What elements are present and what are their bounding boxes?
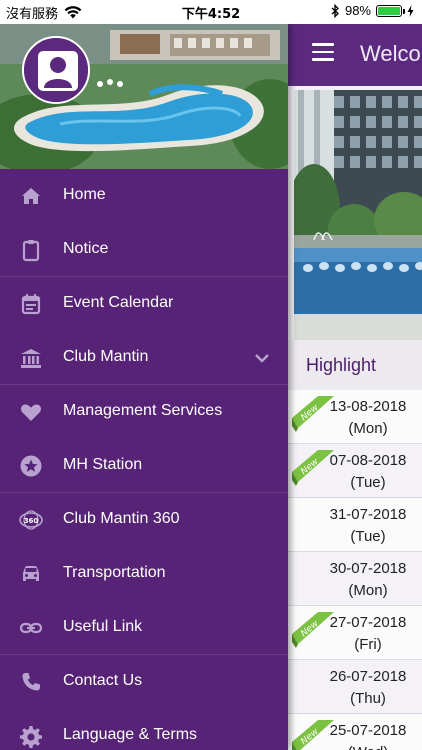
bluetooth-icon bbox=[331, 3, 339, 18]
date-text: 31-07-2018 bbox=[329, 506, 407, 523]
navigation-drawer: Home Notice Event Calendar Club Mantin Manag… bbox=[0, 24, 288, 750]
welcome-title: Welco bbox=[360, 41, 421, 66]
battery-percent: 98% bbox=[344, 3, 371, 18]
menu-item-useful-link[interactable]: Useful Link bbox=[0, 601, 288, 655]
menu-item-label: Event Calendar bbox=[63, 294, 174, 311]
weekday-text: (Fri) bbox=[354, 636, 382, 653]
highlight-date: 31-07-2018 (Tue) bbox=[324, 504, 412, 548]
car-icon bbox=[23, 566, 39, 581]
highlight-row[interactable]: New 27-07-2018 (Fri) bbox=[288, 606, 422, 660]
svg-text:360: 360 bbox=[24, 517, 39, 525]
hamburger-menu-icon[interactable] bbox=[312, 43, 334, 61]
bank-icon bbox=[21, 349, 41, 368]
menu-item-club-mantin[interactable]: Club Mantin bbox=[0, 331, 288, 385]
calendar-icon bbox=[21, 294, 41, 315]
weekday-text: (Thu) bbox=[350, 690, 386, 707]
building-pool-banner[interactable] bbox=[294, 90, 422, 340]
date-text: 25-07-2018 bbox=[329, 722, 407, 739]
highlight-date: 26-07-2018 (Thu) bbox=[324, 666, 412, 710]
date-text: 26-07-2018 bbox=[329, 668, 407, 685]
menu-item-label: Transportation bbox=[63, 564, 166, 581]
status-right: 98% bbox=[331, 3, 414, 18]
clipboard-icon bbox=[22, 240, 40, 262]
weekday-text: (Mon) bbox=[348, 582, 388, 599]
weekday-text: (Mon) bbox=[348, 420, 388, 437]
highlight-row[interactable]: 31-07-2018 (Tue) bbox=[288, 498, 422, 552]
weekday-text: (Tue) bbox=[350, 528, 386, 545]
menu-item-label: Notice bbox=[63, 240, 109, 257]
menu-item-label: Management Services bbox=[63, 402, 223, 419]
banner-image bbox=[294, 90, 422, 340]
status-bar: 沒有服務 下午4:52 98% bbox=[0, 0, 422, 24]
highlight-row[interactable]: 30-07-2018 (Mon) bbox=[288, 552, 422, 606]
phone-icon bbox=[22, 673, 40, 691]
date-text: 13-08-2018 bbox=[329, 398, 407, 415]
menu-item-mh-station[interactable]: MH Station bbox=[0, 439, 288, 493]
menu-item-label: Contact Us bbox=[63, 672, 143, 689]
menu-item-label: Language & Terms bbox=[63, 726, 198, 743]
date-text: 27-07-2018 bbox=[329, 614, 407, 631]
highlight-row[interactable]: New25-07-2018(Wed) bbox=[288, 714, 422, 750]
top-app-bar: Welco bbox=[288, 24, 422, 86]
menu-item-label: Club Mantin 360 bbox=[63, 510, 180, 527]
drawer-header bbox=[0, 24, 288, 169]
link-icon bbox=[19, 622, 43, 634]
highlight-title: Highlight bbox=[306, 355, 377, 375]
menu-item-notice[interactable]: Notice bbox=[0, 223, 288, 277]
highlight-row[interactable]: New 07-08-2018 (Tue) bbox=[288, 444, 422, 498]
main-content: Welco Highlight New 13-08-2018 (Mon) New… bbox=[288, 24, 422, 750]
menu-item-transportation[interactable]: Transportation bbox=[0, 547, 288, 601]
menu-item-label: Club Mantin bbox=[63, 348, 149, 365]
menu-item-label: Useful Link bbox=[63, 618, 143, 635]
highlight-list: New 13-08-2018 (Mon) New 07-08-2018 (Tue) 31-0… bbox=[288, 390, 422, 750]
weekday-text: (Wed) bbox=[324, 742, 412, 750]
star-icon bbox=[20, 455, 42, 477]
menu-item-management-services[interactable]: Management Services bbox=[0, 385, 288, 439]
360-icon: 360 bbox=[19, 510, 43, 530]
battery-fill bbox=[378, 6, 400, 15]
menu-item-home[interactable]: Home bbox=[0, 169, 288, 223]
highlight-row[interactable]: New 13-08-2018 (Mon) bbox=[288, 390, 422, 444]
weekday-text: (Tue) bbox=[350, 474, 386, 491]
date-text: 30-07-2018 bbox=[329, 560, 407, 577]
highlight-date: 07-08-2018 (Tue) bbox=[324, 450, 412, 494]
menu-item-club-mantin-360[interactable]: 360 Club Mantin 360 bbox=[0, 493, 288, 547]
menu-item-contact-us[interactable]: Contact Us bbox=[0, 655, 288, 709]
drawer-menu: Home Notice Event Calendar Club Mantin Manag… bbox=[0, 169, 288, 750]
menu-item-label: Home bbox=[63, 186, 106, 203]
highlight-date: 13-08-2018 (Mon) bbox=[324, 396, 412, 440]
battery-icon bbox=[376, 4, 405, 17]
menu-item-language-terms[interactable]: Language & Terms bbox=[0, 709, 288, 750]
highlight-row[interactable]: 26-07-2018 (Thu) bbox=[288, 660, 422, 714]
chevron-down-icon[interactable] bbox=[254, 350, 270, 366]
heart-icon bbox=[21, 404, 41, 421]
user-avatar[interactable] bbox=[22, 36, 90, 104]
charging-bolt-icon bbox=[407, 4, 414, 17]
menu-item-label: MH Station bbox=[63, 456, 143, 473]
gear-icon bbox=[20, 726, 42, 748]
highlight-date: 25-07-2018 (Wed) bbox=[324, 720, 412, 750]
highlight-date: 30-07-2018 (Mon) bbox=[324, 558, 412, 602]
highlight-date: 27-07-2018 (Fri) bbox=[324, 612, 412, 656]
date-text: 07-08-2018 bbox=[329, 452, 407, 469]
home-icon bbox=[22, 188, 40, 204]
menu-item-event-calendar[interactable]: Event Calendar bbox=[0, 277, 288, 331]
